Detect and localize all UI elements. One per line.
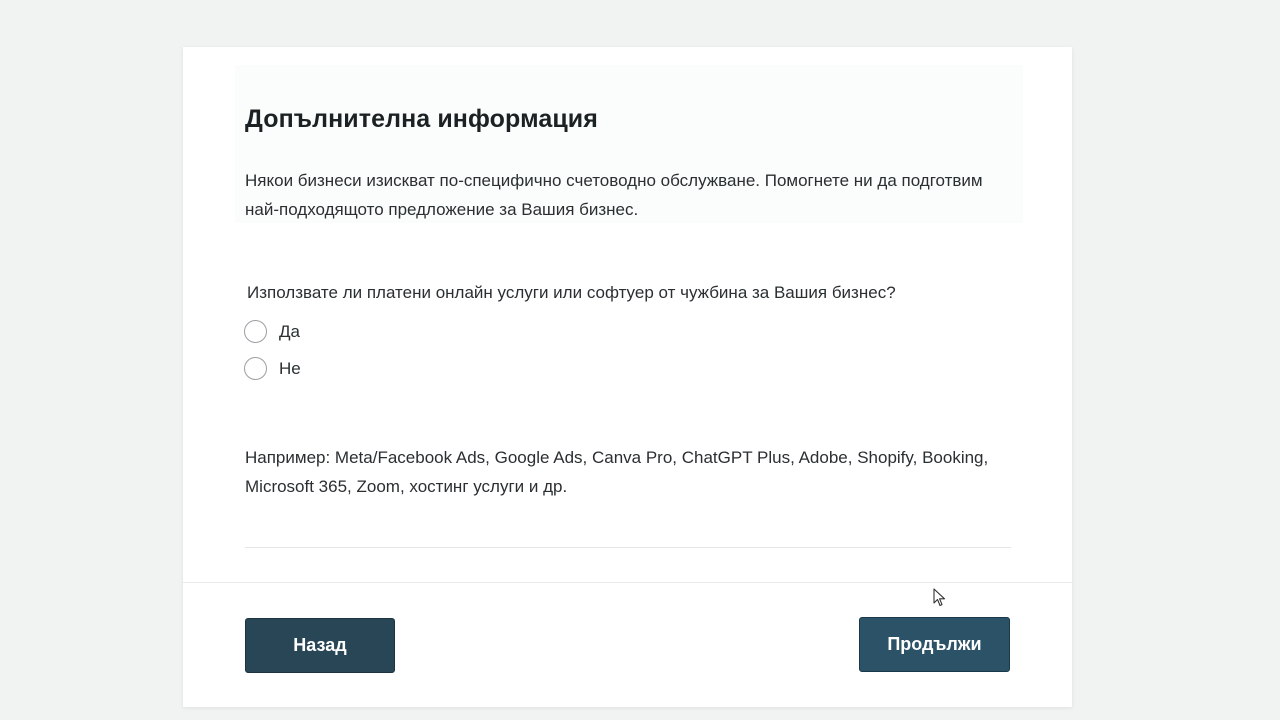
example-text: Например: Meta/Facebook Ads, Google Ads,…	[245, 448, 989, 496]
section-title: Допълнителна информация	[245, 105, 598, 133]
footer-divider	[183, 582, 1072, 583]
radio-no[interactable]	[244, 357, 267, 380]
back-button[interactable]: Назад	[245, 618, 395, 673]
section-description: Някои бизнеси изискват по-специфично сче…	[245, 171, 983, 219]
option-no-label: Не	[279, 358, 301, 378]
option-yes-label: Да	[279, 321, 300, 341]
option-no[interactable]: Не	[244, 357, 301, 380]
continue-button[interactable]: Продължи	[859, 617, 1010, 672]
option-yes[interactable]: Да	[244, 320, 300, 343]
form-card: Допълнителна информация Някои бизнеси из…	[183, 47, 1072, 707]
content-divider	[245, 547, 1011, 548]
mouse-pointer-icon	[933, 588, 946, 607]
radio-yes[interactable]	[244, 320, 267, 343]
question-text: Използвате ли платени онлайн услуги или …	[247, 283, 896, 302]
